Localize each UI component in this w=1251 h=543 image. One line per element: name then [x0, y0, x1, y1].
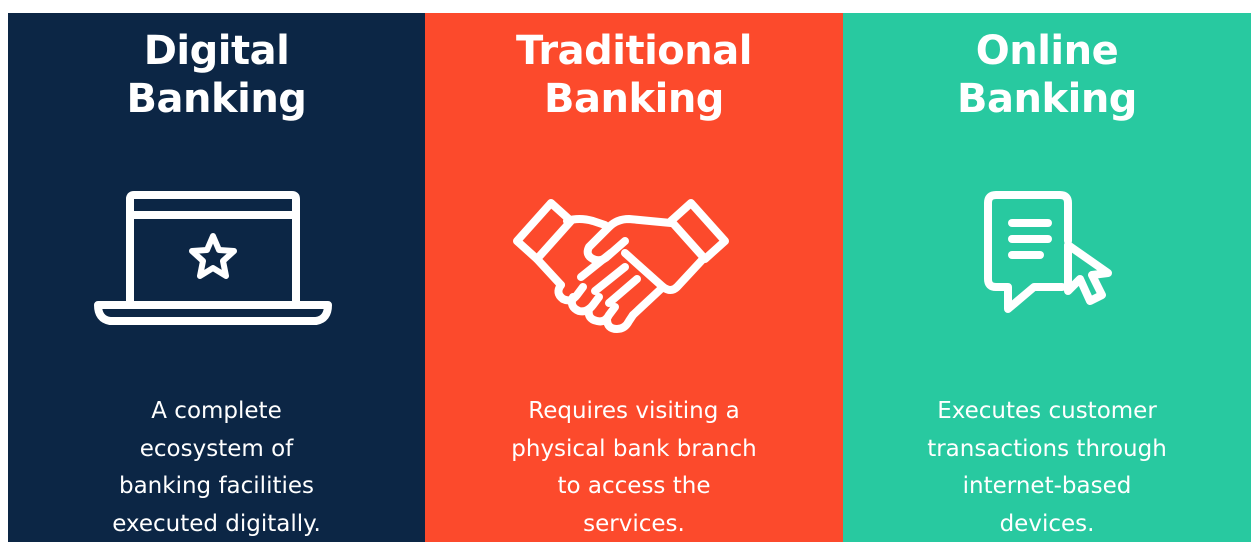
chat-bubble-cursor-icon: [922, 181, 1172, 351]
panel-title: Traditional Banking: [425, 27, 843, 123]
title-line: Banking: [425, 75, 843, 123]
description-line: executed digitally.: [8, 506, 425, 543]
description-line: physical bank branch: [425, 431, 843, 469]
title-line: Banking: [8, 75, 425, 123]
laptop-star-icon: [92, 181, 342, 351]
panel-online-banking: Online Banking Executes customer transac…: [843, 13, 1251, 542]
description-line: Executes customer: [843, 393, 1251, 431]
panel-title: Online Banking: [843, 27, 1251, 123]
description-line: services.: [425, 506, 843, 543]
panel-digital-banking: Digital Banking A complete ecosystem of: [8, 13, 425, 542]
infographic: Digital Banking A complete ecosystem of: [0, 0, 1251, 542]
description-line: to access the: [425, 468, 843, 506]
title-line: Traditional: [425, 27, 843, 75]
panel-description: Executes customer transactions through i…: [843, 393, 1251, 543]
panel-title: Digital Banking: [8, 27, 425, 123]
description-line: internet-based: [843, 468, 1251, 506]
description-line: ecosystem of: [8, 431, 425, 469]
panel-description: Requires visiting a physical bank branch…: [425, 393, 843, 543]
title-line: Online: [843, 27, 1251, 75]
description-line: banking facilities: [8, 468, 425, 506]
panel-description: A complete ecosystem of banking faciliti…: [8, 393, 425, 543]
title-line: Banking: [843, 75, 1251, 123]
panel-traditional-banking: Traditional Banking: [425, 13, 843, 542]
description-line: transactions through: [843, 431, 1251, 469]
title-line: Digital: [8, 27, 425, 75]
description-line: devices.: [843, 506, 1251, 543]
description-line: Requires visiting a: [425, 393, 843, 431]
description-line: A complete: [8, 393, 425, 431]
handshake-icon: [509, 181, 759, 351]
panels-row: Digital Banking A complete ecosystem of: [8, 13, 1251, 542]
